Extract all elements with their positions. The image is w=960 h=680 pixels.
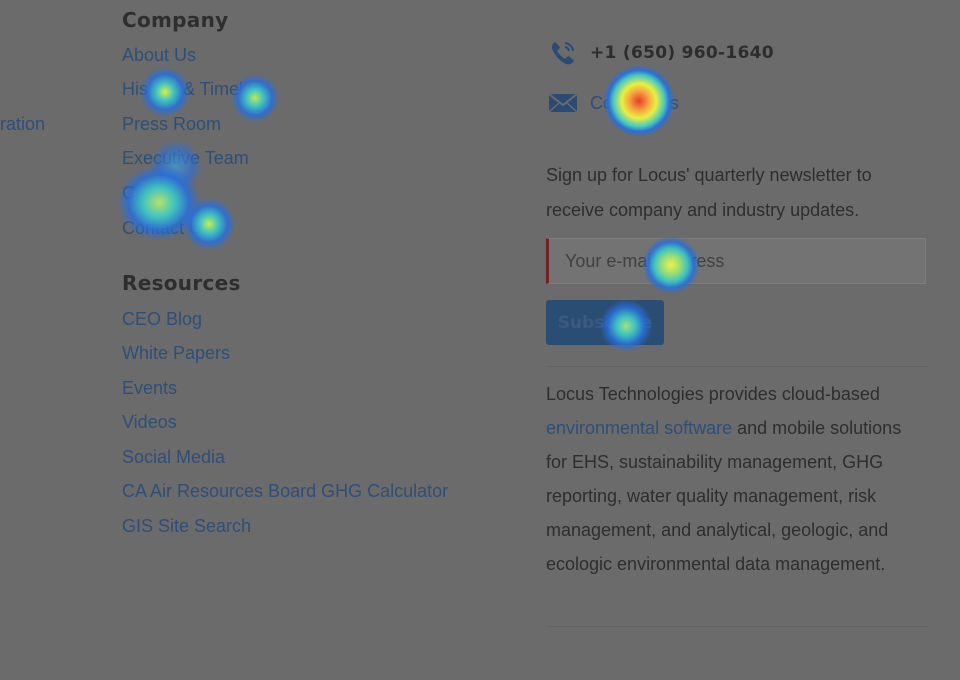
footer-section: ration Company About Us History & Timeli… — [0, 0, 960, 680]
email-row: Contact Us — [546, 88, 679, 118]
link-ceo-blog[interactable]: CEO Blog — [122, 309, 202, 330]
envelope-icon[interactable] — [546, 88, 580, 118]
subscribe-button[interactable]: Subscribe — [546, 300, 664, 345]
email-field[interactable] — [546, 238, 926, 284]
divider — [546, 366, 928, 367]
environmental-software-link[interactable]: environmental software — [546, 418, 732, 438]
link-white-papers[interactable]: White Papers — [122, 343, 230, 364]
link-contact-us[interactable]: Contact Us — [122, 218, 211, 239]
link-history-timeline[interactable]: History & Timeline — [122, 79, 267, 100]
company-heading: Company — [122, 8, 229, 32]
link-ghg-calculator[interactable]: CA Air Resources Board GHG Calculator — [122, 481, 448, 502]
link-gis-site-search[interactable]: GIS Site Search — [122, 516, 251, 537]
about-text-end: and mobile solutions for EHS, sustainabi… — [546, 418, 902, 574]
link-careers[interactable]: Careers — [122, 183, 186, 204]
email-input[interactable] — [549, 239, 925, 283]
resources-heading: Resources — [122, 271, 241, 295]
about-paragraph: Locus Technologies provides cloud-based … — [546, 377, 926, 581]
about-text-start: Locus Technologies provides cloud-based — [546, 384, 880, 404]
link-social-media[interactable]: Social Media — [122, 447, 225, 468]
truncated-link[interactable]: ration — [0, 114, 45, 135]
divider — [546, 626, 928, 627]
phone-icon — [546, 38, 580, 68]
link-executive-team[interactable]: Executive Team — [122, 148, 249, 169]
contact-us-link[interactable]: Contact Us — [590, 93, 679, 114]
phone-row: +1 (650) 960-1640 — [546, 38, 774, 68]
link-events[interactable]: Events — [122, 378, 177, 399]
link-press-room[interactable]: Press Room — [122, 114, 221, 135]
link-videos[interactable]: Videos — [122, 412, 177, 433]
link-about-us[interactable]: About Us — [122, 45, 196, 66]
newsletter-text: Sign up for Locus' quarterly newsletter … — [546, 165, 872, 220]
phone-number: +1 (650) 960-1640 — [590, 43, 774, 63]
